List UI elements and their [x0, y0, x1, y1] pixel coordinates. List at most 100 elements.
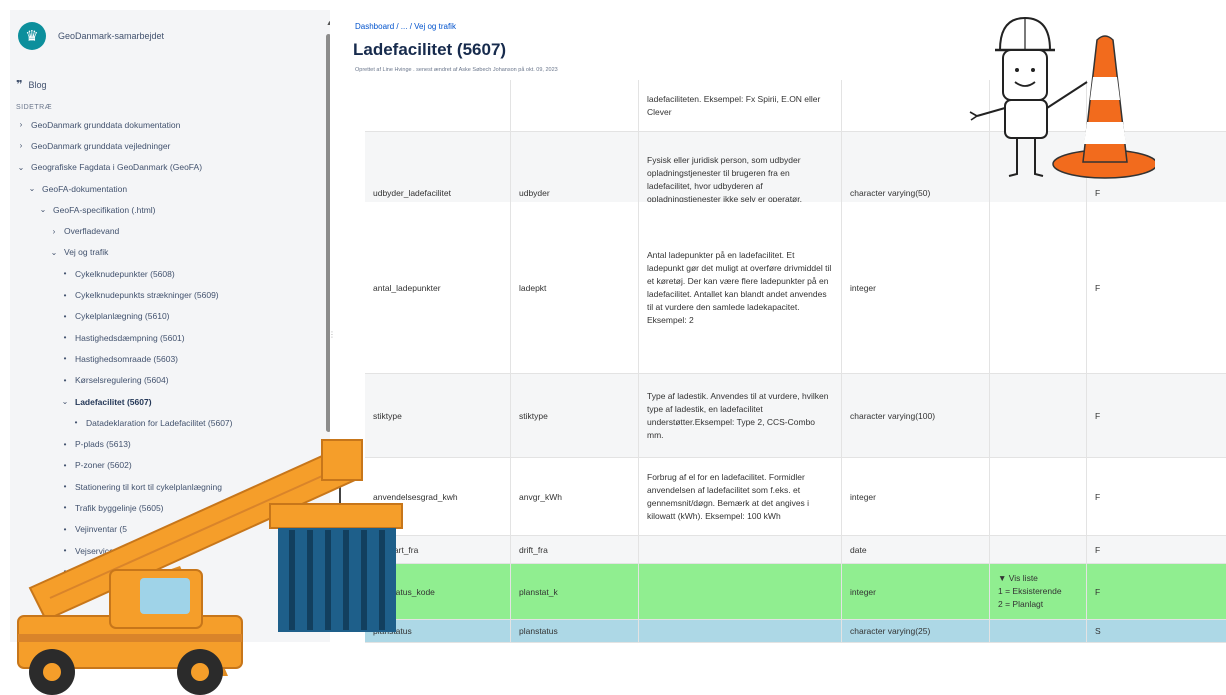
chevron-right-icon[interactable]: ›	[16, 141, 26, 150]
table-cell-text: S	[1095, 626, 1101, 636]
page-tree-label: SIDETRÆ	[16, 104, 53, 111]
table-row: anvendelsesgrad_kwh anvgr_kWh Forbrug af e…	[365, 458, 1226, 536]
table-cell-text: stiktype	[519, 410, 548, 421]
chevron-down-icon[interactable]: ⌄	[38, 205, 48, 214]
table-row: stiktype stiktype Type af ladestik. Anvend…	[365, 374, 1226, 458]
chevron-down-icon[interactable]: ⌄	[27, 184, 37, 193]
sidebar-tree-item[interactable]: › GeoDanmark grunddata dokumentation	[10, 114, 315, 135]
sidebar-tree-item-label: Geografiske Fagdata i GeoDanmark (GeoFA)	[31, 162, 203, 173]
bullet-icon: •	[63, 311, 67, 321]
table-cell-text: drift_fra	[519, 544, 548, 555]
sidebar-tree-item[interactable]: ⌄ Geografiske Fagdata i GeoDanmark (GeoFA…	[10, 157, 315, 178]
sidebar-tree-item[interactable]: • Cykelknudepunkts strækninger (5609)	[10, 284, 315, 305]
sidebar-tree-item-label: Hastighedsomraade (5603)	[75, 353, 179, 364]
table-cell	[639, 564, 842, 619]
table-cell-text: integer	[850, 586, 876, 597]
table-cell-text: anvgr_kWh	[519, 491, 562, 502]
sidebar-tree-item[interactable]: ⌄ GeoFA-specifikation (.html)	[10, 199, 315, 220]
table-cell: Antal ladepunkter på en ladefacilitet. E…	[639, 202, 842, 373]
table-cell: ▼ Vis liste 1 = Eksisterende 2 = Planlagt	[990, 564, 1087, 619]
table-cell: ladefaciliteten. Eksempel: Fx Spirii, E.…	[639, 80, 842, 131]
chevron-right-icon[interactable]: ›	[49, 227, 59, 236]
sidebar-tree-item-label: Vej og trafik	[64, 247, 109, 258]
table-row: planstatusplanstatuscharacter varying(25…	[365, 620, 1226, 643]
sidebar-tree-item[interactable]: • Hastighedsdæmpning (5601)	[10, 327, 315, 348]
sidebar-tree-item-label: Kørselsregulering (5604)	[75, 375, 169, 386]
table-cell	[990, 620, 1087, 642]
chevron-down-icon[interactable]: ⌄	[16, 163, 26, 172]
table-cell: F	[1087, 564, 1226, 619]
table-cell	[990, 536, 1087, 563]
table-cell-text: integer	[850, 282, 876, 293]
sidebar-tree-item[interactable]: • Cykelplanlægning (5610)	[10, 306, 315, 327]
sidebar-tree-item[interactable]: ⌄ GeoFA-dokumentation	[10, 178, 315, 199]
sidebar-tree-item-label: Datadeklaration for Ladefacilitet (5607)	[86, 417, 233, 428]
table-cell	[511, 80, 639, 131]
bullet-icon: •	[63, 375, 67, 385]
table-cell: F	[1087, 536, 1226, 563]
chevron-down-icon[interactable]: ⌄	[49, 248, 59, 257]
sidebar-tree-item[interactable]: › Overfladevand	[10, 220, 315, 241]
table-cell-text: stiktype	[373, 410, 402, 421]
table-cell-text: integer	[850, 491, 876, 502]
sidebar-tree-item[interactable]: • Hastighedsomraade (5603)	[10, 348, 315, 369]
sidebar-tree-item[interactable]: • Cykelknudepunkter (5608)	[10, 263, 315, 284]
space-name: GeoDanmark-samarbejdet	[58, 31, 165, 41]
table-cell-text: udbyder	[519, 187, 550, 198]
sidebar-tree-item-label: Cykelplanlægning (5610)	[75, 311, 170, 322]
table-cell: S	[1087, 620, 1226, 642]
table-cell: character varying(25)	[842, 620, 990, 642]
chevron-right-icon[interactable]: ›	[16, 120, 26, 129]
sidebar-tree-item-label: GeoDanmark grunddata dokumentation	[31, 119, 181, 130]
table-cell-text: planstatus	[519, 626, 558, 636]
crown-logo-icon: ♛	[18, 22, 46, 50]
sidebar-scrollbar[interactable]	[326, 34, 330, 432]
page-byline: Oprettet af Line Hvinge . senest ændret …	[355, 67, 558, 73]
table-cell-text: F	[1095, 491, 1101, 502]
table-cell-text: date	[850, 544, 867, 555]
bullet-icon: •	[63, 290, 67, 300]
bullet-icon: •	[63, 269, 67, 279]
construction-worker-illustration	[969, 16, 1155, 179]
sidebar-tree-item[interactable]: ⌄ Vej og trafik	[10, 242, 315, 263]
list-value: 1 = Eksisterende	[998, 586, 1062, 596]
table-cell: integer	[842, 564, 990, 619]
sidebar-item-blog[interactable]: ❞ Blog	[16, 78, 46, 91]
space-header[interactable]: ♛ GeoDanmark-samarbejdet	[18, 22, 164, 50]
table-cell-text: planstat_k	[519, 586, 558, 597]
table-row: driftstart_fradrift_fradateF	[365, 536, 1226, 564]
crane-illustration	[17, 439, 403, 695]
table-cell: date	[842, 536, 990, 563]
sidebar-resize-handle[interactable]: ⋮	[328, 330, 336, 339]
table-cell: anvgr_kWh	[511, 458, 639, 535]
table-cell: planstat_k	[511, 564, 639, 619]
breadcrumb[interactable]: Dashboard / ... / Vej og trafik	[355, 22, 456, 31]
table-cell: planstatus	[511, 620, 639, 642]
table-cell-text: udbyder_ladefacilitet	[373, 187, 451, 198]
table-cell: stiktype	[511, 374, 639, 457]
page-title: Ladefacilitet (5607)	[353, 40, 507, 59]
sidebar-tree-item-label: Ladefacilitet (5607)	[75, 396, 152, 407]
table-cell-text: Antal ladepunkter på en ladefacilitet. E…	[647, 249, 832, 325]
table-cell-text: character varying(100)	[850, 410, 936, 421]
table-cell-text: ladepkt	[519, 282, 547, 293]
sidebar-tree-item[interactable]: › GeoDanmark grunddata vejledninger	[10, 135, 315, 156]
table-cell: F	[1087, 202, 1226, 373]
sidebar-tree-item-label: GeoFA-specifikation (.html)	[53, 204, 156, 215]
chevron-down-icon[interactable]: ⌄	[60, 397, 70, 406]
table-cell-text: F	[1095, 187, 1101, 198]
scroll-up-arrow-icon[interactable]: ▲	[326, 20, 330, 27]
table-cell: integer	[842, 458, 990, 535]
table-cell: F	[1087, 458, 1226, 535]
table-cell-text: F	[1095, 410, 1101, 421]
expand-list-toggle[interactable]: ▼ Vis liste	[998, 572, 1038, 585]
sidebar-tree-item[interactable]: • Datadeklaration for Ladefacilitet (5607…	[10, 412, 315, 433]
table-cell: drift_fra	[511, 536, 639, 563]
sidebar-tree-item[interactable]: ⌄ Ladefacilitet (5607)	[10, 391, 315, 412]
table-cell: F	[1087, 374, 1226, 457]
list-value: 2 = Planlagt	[998, 599, 1044, 609]
table-cell-text: character varying(25)	[850, 626, 931, 636]
table-cell	[990, 374, 1087, 457]
sidebar-tree-item[interactable]: • Kørselsregulering (5604)	[10, 370, 315, 391]
table-cell: ladepkt	[511, 202, 639, 373]
